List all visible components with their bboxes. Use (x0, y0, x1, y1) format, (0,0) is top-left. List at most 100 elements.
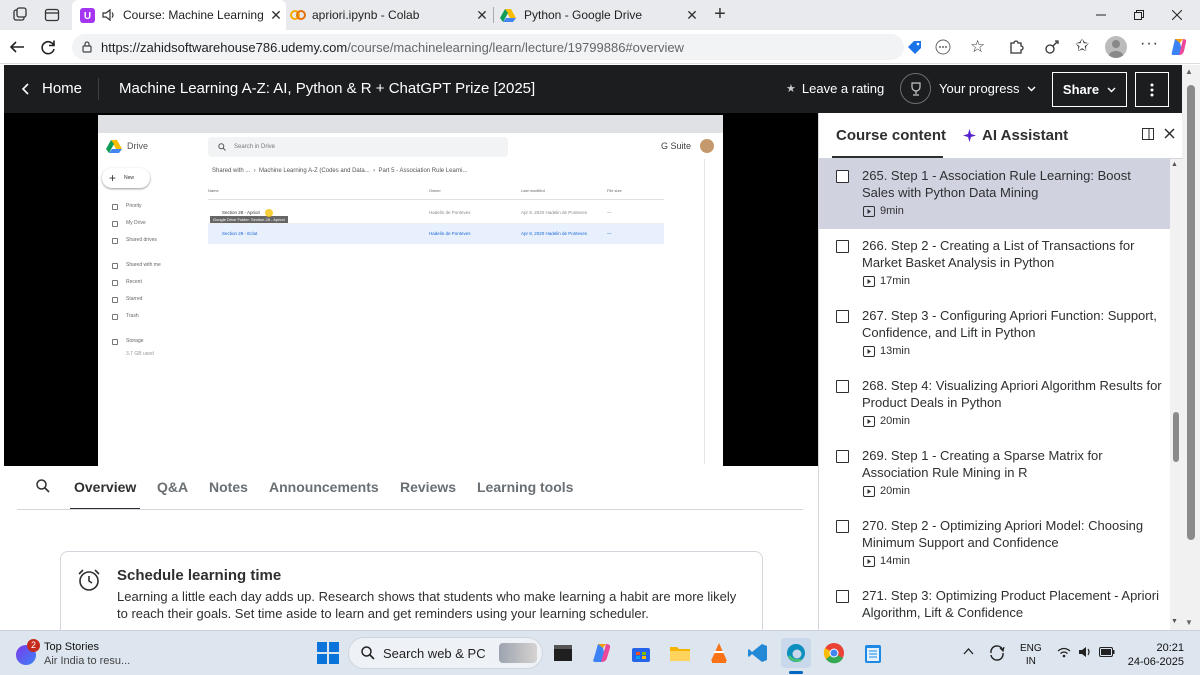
vlc-app-icon[interactable] (705, 639, 733, 667)
vscode-app-icon[interactable] (744, 639, 772, 667)
header-more-button[interactable] (1135, 72, 1169, 107)
close-tab-icon[interactable]: ✕ (682, 7, 702, 24)
leave-rating-button[interactable]: ★ Leave a rating (786, 81, 884, 96)
lecture-item[interactable]: 267. Step 3 - Configuring Apriori Functi… (819, 299, 1170, 369)
tab-udemy-course[interactable]: U Course: Machine Learning A-Z ✕ (72, 0, 286, 30)
lecture-checkbox[interactable] (836, 170, 849, 183)
windows-taskbar: 2 Top Stories Air India to resu... Searc… (0, 630, 1200, 675)
new-tab-button[interactable]: + (708, 3, 732, 27)
tab-actions-icon[interactable] (44, 7, 60, 23)
duration-label: 20min (880, 485, 910, 497)
sync-tray-icon[interactable] (988, 644, 1006, 662)
page-scrollbar[interactable]: ▲ ▼ (1182, 65, 1200, 630)
lecture-duration: 20min (863, 415, 910, 427)
video-avatar (700, 139, 714, 153)
close-tab-icon[interactable]: ✕ (472, 7, 492, 24)
chevron-left-icon (22, 82, 30, 95)
copilot-app-icon[interactable] (588, 639, 616, 667)
terminal-app-icon[interactable] (549, 639, 577, 667)
close-window-button[interactable] (1154, 0, 1200, 30)
profile-avatar-icon[interactable] (1105, 36, 1127, 58)
lecture-item[interactable]: 266. Step 2 - Creating a List of Transac… (819, 229, 1170, 299)
lecture-checkbox[interactable] (836, 590, 849, 603)
lecture-title: 269. Step 1 - Creating a Sparse Matrix f… (862, 448, 1103, 480)
lecture-item[interactable]: 271. Step 3: Optimizing Product Placemen… (819, 579, 1170, 630)
sidebar-scrollbar[interactable]: ▲ ▼ (1170, 159, 1182, 630)
search-icon (361, 646, 375, 660)
home-link[interactable]: Home (22, 80, 82, 97)
battery-icon[interactable] (1099, 647, 1115, 657)
tab-overview[interactable]: Overview (74, 479, 136, 495)
lecture-title: 267. Step 3 - Configuring Apriori Functi… (862, 308, 1157, 340)
course-title[interactable]: Machine Learning A-Z: AI, Python & R + C… (119, 80, 535, 97)
video-drive-title: Drive (127, 141, 149, 151)
tab-qa[interactable]: Q&A (157, 479, 188, 495)
video-storage-used: 3.7 GB used (126, 351, 154, 357)
tab-notes[interactable]: Notes (209, 479, 248, 495)
tab-course-content[interactable]: Course content (836, 127, 946, 144)
lecture-item[interactable]: 268. Step 4: Visualizing Apriori Algorit… (819, 369, 1170, 439)
tab-google-drive[interactable]: Python - Google Drive ✕ (496, 0, 702, 30)
video-player[interactable]: Drive Search in Drive G Suite + New Prior… (4, 113, 818, 466)
sidebar-scroll-thumb[interactable] (1173, 412, 1179, 462)
close-tab-icon[interactable]: ✕ (266, 7, 286, 24)
video-nav-item: Trash (112, 308, 161, 325)
file-explorer-icon[interactable] (666, 639, 694, 667)
lecture-checkbox[interactable] (836, 450, 849, 463)
lecture-checkbox[interactable] (836, 380, 849, 393)
more-options-icon[interactable]: ··· (1140, 35, 1159, 53)
search-lecture-icon[interactable] (36, 479, 50, 493)
chrome-app-icon[interactable] (820, 639, 848, 667)
language-label: ENG (1020, 643, 1042, 654)
lecture-checkbox[interactable] (836, 240, 849, 253)
browser-essentials-icon[interactable] (1044, 39, 1060, 55)
notepad-app-icon[interactable] (859, 639, 887, 667)
share-button[interactable]: Share (1052, 72, 1127, 107)
course-header: Home Machine Learning A-Z: AI, Python & … (4, 65, 1182, 113)
language-indicator[interactable]: ENG IN (1020, 642, 1042, 668)
close-sidebar-icon[interactable] (1164, 128, 1175, 139)
lecture-title: 271. Step 3: Optimizing Product Placemen… (862, 588, 1159, 620)
lecture-item[interactable]: 270. Step 2 - Optimizing Apriori Model: … (819, 509, 1170, 579)
lecture-item[interactable]: 265. Step 1 - Association Rule Learning:… (819, 159, 1170, 229)
extensions-puzzle-icon[interactable] (1008, 39, 1024, 55)
tab-reviews[interactable]: Reviews (400, 479, 456, 495)
address-bar[interactable]: https://zahidsoftwarehouse786.udemy.com /… (72, 34, 985, 60)
scroll-up-arrow[interactable]: ▲ (1185, 67, 1193, 76)
site-info-icon[interactable] (81, 41, 93, 53)
tab-learning-tools[interactable]: Learning tools (477, 479, 573, 495)
clock[interactable]: 20:21 24-06-2025 (1118, 641, 1184, 669)
news-widget[interactable]: 2 Top Stories Air India to resu... (14, 639, 164, 669)
lecture-checkbox[interactable] (836, 310, 849, 323)
tab-announcements[interactable]: Announcements (269, 479, 379, 495)
video-play-icon (863, 555, 875, 567)
refresh-icon[interactable] (40, 39, 56, 55)
scroll-down-arrow[interactable]: ▼ (1185, 618, 1193, 627)
expand-sidebar-icon[interactable] (1142, 128, 1154, 140)
store-app-icon[interactable] (627, 639, 655, 667)
browser-toolbar: https://zahidsoftwarehouse786.udemy.com /… (0, 30, 1200, 64)
speaker-icon[interactable] (101, 8, 116, 22)
tab-title: Course: Machine Learning A-Z (123, 8, 266, 22)
back-icon[interactable] (9, 39, 25, 55)
video-play-icon (863, 345, 875, 357)
windows-start-icon[interactable] (314, 639, 342, 667)
tab-colab[interactable]: apriori.ipynb - Colab ✕ (288, 0, 492, 30)
tray-chevron-up-icon[interactable] (963, 648, 974, 655)
workspaces-icon[interactable] (12, 7, 28, 23)
scrollbar-thumb[interactable] (1187, 85, 1195, 540)
favorites-collection-icon[interactable]: ✩ (1075, 36, 1089, 56)
progress-button[interactable]: Your progress (900, 73, 1036, 104)
copilot-icon[interactable] (1169, 37, 1189, 57)
volume-icon[interactable] (1078, 646, 1092, 658)
extension-dots-icon[interactable] (935, 39, 951, 55)
lecture-item[interactable]: 269. Step 1 - Creating a Sparse Matrix f… (819, 439, 1170, 509)
tab-ai-assistant[interactable]: AI Assistant (963, 127, 1068, 144)
shopping-tag-icon[interactable] (907, 40, 923, 54)
wifi-icon[interactable] (1057, 647, 1071, 658)
taskbar-search[interactable]: Search web & PC (348, 637, 543, 669)
lecture-checkbox[interactable] (836, 520, 849, 533)
edge-app-icon[interactable] (781, 638, 811, 668)
favorite-star-icon[interactable]: ☆ (970, 37, 985, 57)
svg-text:U: U (84, 11, 91, 22)
